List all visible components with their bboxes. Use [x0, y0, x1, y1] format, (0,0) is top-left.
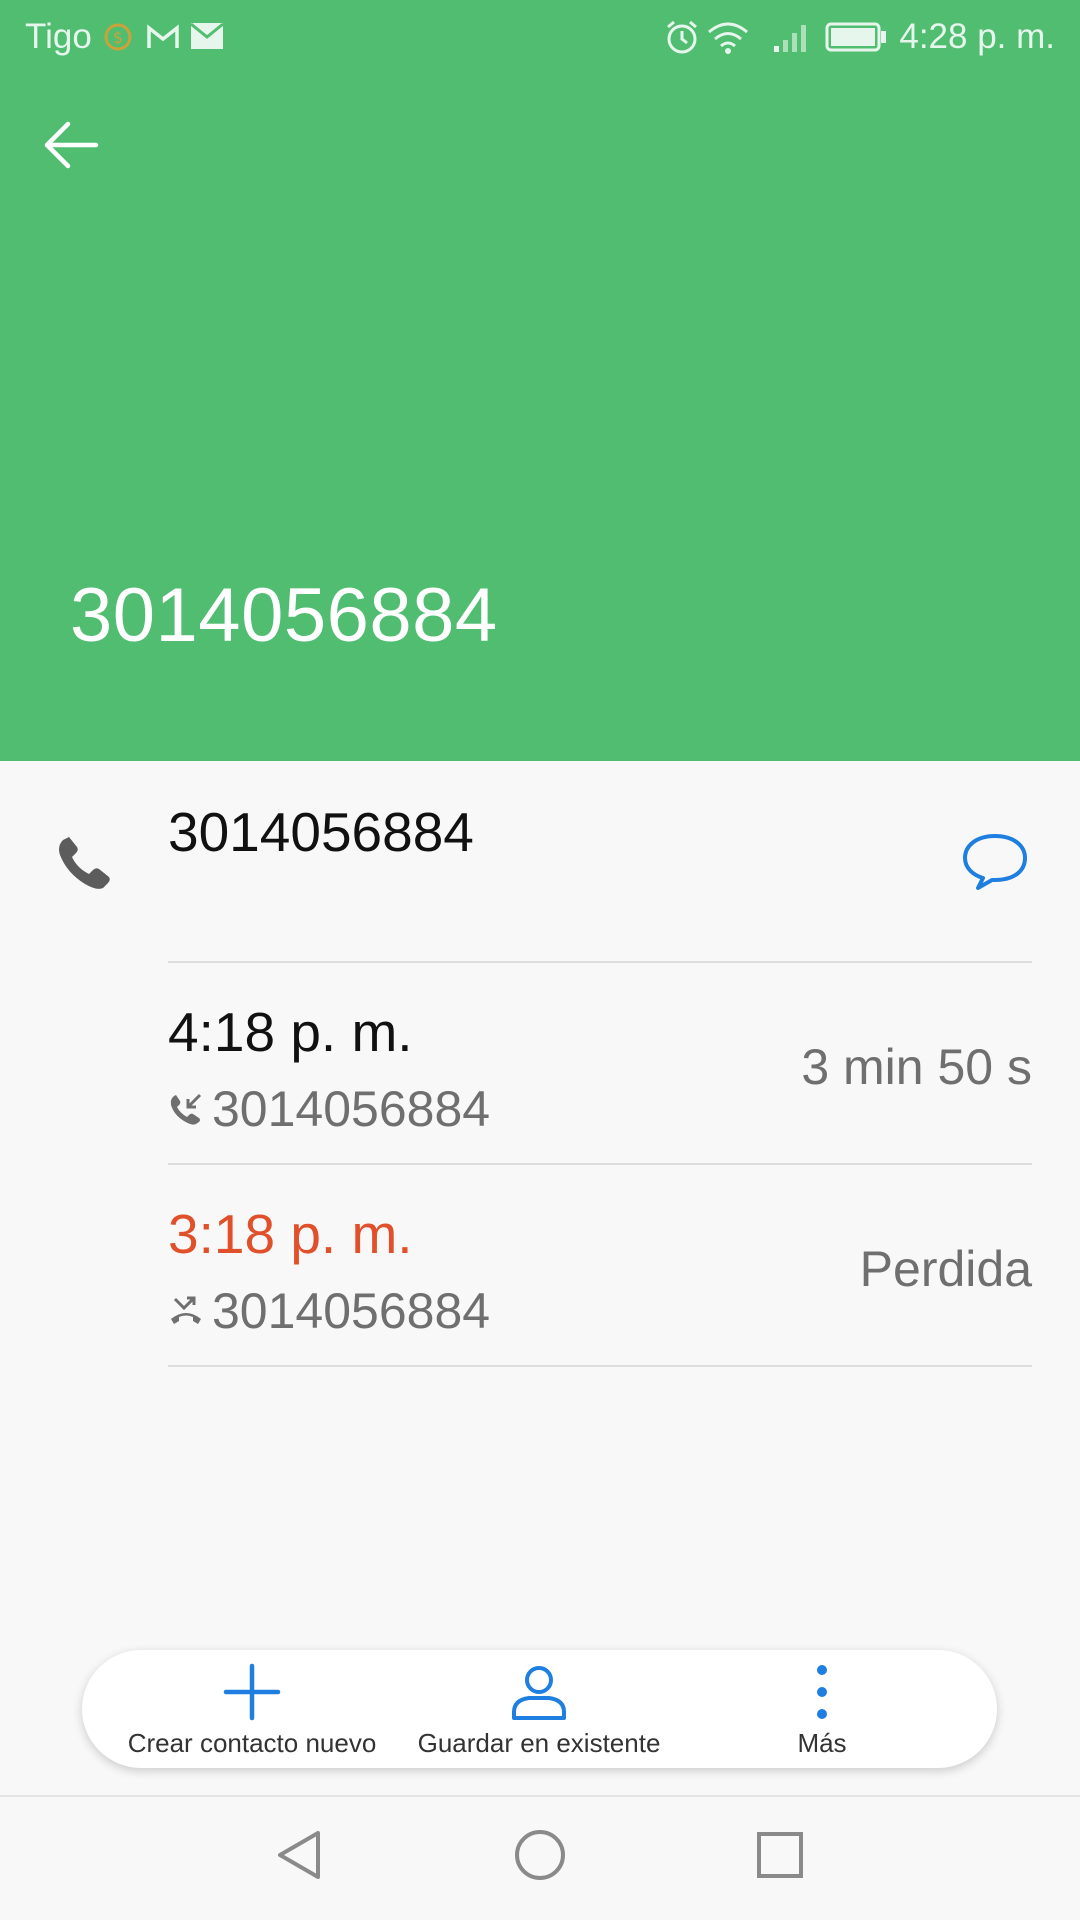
more-button[interactable]: Más: [742, 1650, 902, 1768]
divider: [168, 1163, 1032, 1165]
status-bar: Tigo $ 4:28 p. m.: [0, 0, 1080, 76]
alarm-icon: [667, 20, 697, 54]
more-vertical-icon: [817, 1665, 827, 1719]
call-number: 3014056884: [212, 1081, 491, 1137]
svg-text:$: $: [113, 28, 123, 47]
phone-icon[interactable]: [55, 833, 113, 891]
call-time: 3:18 p. m.: [168, 1203, 413, 1265]
call-duration: 3 min 50 s: [801, 1039, 1032, 1095]
back-arrow-icon[interactable]: [38, 112, 104, 178]
plus-icon: [223, 1663, 281, 1721]
recents-nav-icon[interactable]: [750, 1825, 810, 1885]
battery-icon: [825, 22, 886, 52]
coin-icon: $: [104, 23, 132, 51]
divider: [168, 961, 1032, 963]
create-contact-label: Crear contacto nuevo: [127, 1728, 377, 1758]
missed-call-icon: [171, 1296, 201, 1324]
call-number: 3014056884: [212, 1283, 491, 1339]
wifi-icon: [708, 22, 748, 54]
action-bar: Crear contacto nuevo Guardar en existent…: [82, 1650, 997, 1768]
system-navigation-bar: [0, 1795, 1080, 1920]
gmail-icon: [147, 24, 179, 48]
person-icon: [512, 1666, 566, 1720]
more-label: Más: [797, 1728, 847, 1758]
carrier-name: Tigo: [25, 17, 92, 56]
message-icon[interactable]: [960, 830, 1030, 894]
call-number-line: 3014056884: [168, 1080, 490, 1138]
contact-title-number: 3014056884: [70, 573, 498, 658]
call-status: Perdida: [859, 1241, 1032, 1297]
call-log-row[interactable]: 3:18 p. m. 3014056884 Perdida: [168, 1202, 1032, 1402]
incoming-call-icon: [170, 1093, 202, 1125]
call-number-line: 3014056884: [168, 1282, 490, 1340]
call-log-row[interactable]: 4:18 p. m. 3014056884 3 min 50 s: [168, 1000, 1032, 1200]
save-existing-label: Guardar en existente: [417, 1728, 661, 1758]
call-time: 4:18 p. m.: [168, 1001, 413, 1063]
signal-icon: [774, 25, 806, 52]
divider: [168, 1365, 1032, 1367]
status-clock: 4:28 p. m.: [899, 17, 1055, 56]
home-nav-icon[interactable]: [510, 1825, 570, 1885]
save-existing-button[interactable]: Guardar en existente: [409, 1650, 669, 1768]
back-nav-icon[interactable]: [270, 1825, 330, 1885]
phone-number[interactable]: 3014056884: [168, 800, 474, 864]
contact-header: Tigo $ 4:28 p. m. 3014056884: [0, 0, 1080, 761]
email-icon: [190, 22, 224, 49]
create-contact-button[interactable]: Crear contacto nuevo: [122, 1650, 382, 1768]
